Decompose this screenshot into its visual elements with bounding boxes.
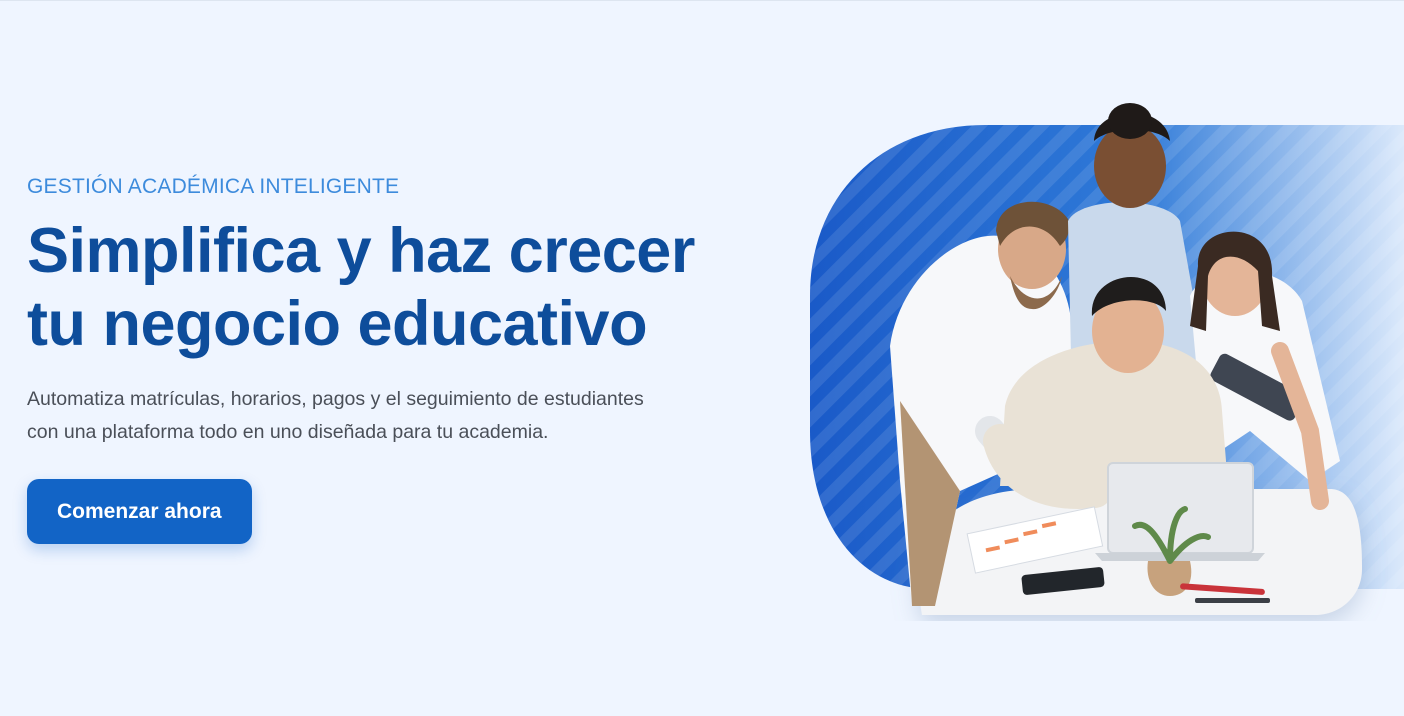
hero-title-line-2: tu negocio educativo bbox=[27, 289, 648, 359]
start-now-button[interactable]: Comenzar ahora bbox=[27, 479, 252, 544]
hero-subtitle-line-2: con una plataforma todo en uno diseñada … bbox=[27, 421, 549, 443]
hero-title: Simplifica y haz crecer tu negocio educa… bbox=[27, 215, 747, 361]
hero-subtitle: Automatiza matrículas, horarios, pagos y… bbox=[27, 383, 717, 449]
hero-title-line-1: Simplifica y haz crecer bbox=[27, 216, 695, 286]
landing-page: GESTIÓN ACADÉMICA INTELIGENTE Simplifica… bbox=[0, 0, 1404, 716]
team-photo-icon bbox=[810, 103, 1404, 615]
hero-subtitle-line-1: Automatiza matrículas, horarios, pagos y… bbox=[27, 388, 644, 410]
hero-eyebrow: GESTIÓN ACADÉMICA INTELIGENTE bbox=[27, 175, 400, 198]
hero-text-block: GESTIÓN ACADÉMICA INTELIGENTE Simplifica… bbox=[27, 173, 747, 544]
hero-illustration bbox=[810, 101, 1404, 621]
